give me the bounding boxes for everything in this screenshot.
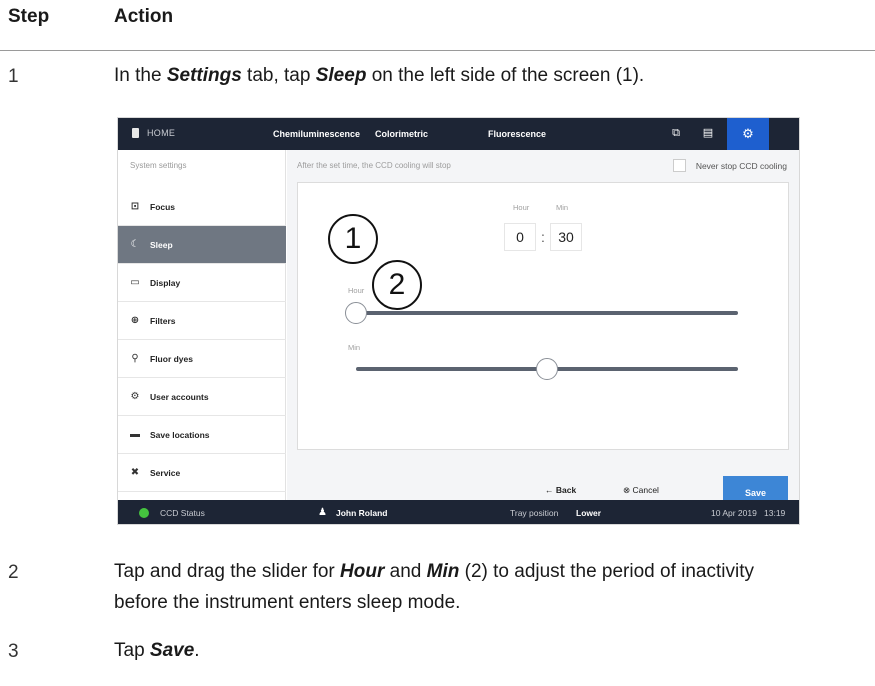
sidebar-item-fluor-dyes[interactable]: ⚲ Fluor dyes: [118, 340, 286, 378]
sidebar-item-service[interactable]: ✖ Service: [118, 454, 286, 492]
user-icon: ♟: [318, 507, 327, 518]
sidebar-item-focus[interactable]: ⊡ Focus: [118, 188, 286, 226]
tray-position-value: Lower: [576, 508, 602, 518]
sidebar-item-label: Focus: [150, 201, 176, 212]
step-column-header: Step: [8, 6, 50, 27]
min-slider-label: Min: [348, 343, 361, 352]
status-date: 10 Apr 2019: [711, 508, 757, 518]
hour-slider-label: Hour: [348, 286, 365, 295]
top-bar: HOME Chemiluminescence Colorimetric Fluo…: [118, 118, 799, 150]
cooling-hint: After the set time, the CCD cooling will…: [297, 161, 451, 170]
never-stop-label: Never stop CCD cooling: [695, 160, 787, 171]
sidebar-item-label: Display: [150, 277, 181, 288]
action-column-header: Action: [114, 6, 174, 27]
gear-icon[interactable]: ⚙: [727, 118, 769, 150]
sidebar-item-filters[interactable]: ⊕ Filters: [118, 302, 286, 340]
gallery-icon[interactable]: ⧉: [670, 127, 682, 139]
home-button[interactable]: HOME: [132, 128, 175, 138]
dye-icon: ⚲: [131, 353, 139, 364]
min-slider-handle[interactable]: [536, 358, 558, 380]
moon-icon: ☾: [130, 239, 140, 250]
time-separator: :: [541, 229, 545, 245]
ccd-status-label: CCD Status: [160, 508, 205, 518]
tab-colorimetric[interactable]: Colorimetric: [375, 129, 428, 139]
tab-fluorescence[interactable]: Fluorescence: [488, 129, 546, 139]
hour-value-field[interactable]: 0: [504, 223, 536, 251]
sidebar-item-user-accounts[interactable]: ⚙ User accounts: [118, 378, 286, 416]
folder-icon: ▬: [130, 429, 140, 440]
sidebar-item-sleep[interactable]: ☾ Sleep: [118, 226, 286, 264]
ccd-status-indicator-icon: [139, 508, 149, 518]
sidebar-item-label: Filters: [150, 315, 176, 326]
back-button[interactable]: ← Back: [545, 485, 576, 495]
settings-sidebar: System settings ⊡ Focus ☾ Sleep ▭ Displa…: [118, 150, 286, 500]
sidebar-item-save-locations[interactable]: ▬ Save locations: [118, 416, 286, 454]
hour-time-label: Hour: [513, 203, 530, 212]
sidebar-item-label: Fluor dyes: [150, 353, 193, 364]
sidebar-item-display[interactable]: ▭ Display: [118, 264, 286, 302]
tray-position-label: Tray position: [510, 508, 559, 518]
step-number-2: 2: [8, 562, 19, 583]
user-name: John Roland: [336, 508, 388, 518]
callout-1: 1: [328, 214, 378, 264]
status-bar: CCD Status ♟ John Roland Tray position L…: [118, 500, 799, 524]
min-time-label: Min: [556, 203, 569, 212]
sidebar-item-label: Service: [150, 467, 181, 478]
status-time: 13:19: [764, 508, 786, 518]
focus-icon: ⊡: [130, 201, 140, 212]
monitor-icon: ▭: [130, 277, 140, 288]
cancel-button[interactable]: ⊗ Cancel: [623, 485, 659, 496]
callout-2: 2: [372, 260, 422, 310]
sidebar-title: System settings: [130, 161, 187, 170]
sidebar-item-label: Sleep: [150, 239, 173, 250]
never-stop-option[interactable]: Never stop CCD cooling: [672, 159, 787, 172]
tab-chemiluminescence[interactable]: Chemiluminescence: [273, 129, 360, 139]
tools-icon: ✖: [130, 467, 140, 478]
storage-icon[interactable]: ▤: [702, 127, 714, 139]
step-number-1: 1: [8, 66, 19, 87]
hour-slider-track[interactable]: [356, 311, 738, 315]
filter-icon: ⊕: [130, 315, 140, 326]
home-icon: [132, 128, 139, 138]
step-text-1: In the Settings tab, tap Sleep on the le…: [114, 65, 645, 86]
sidebar-item-label: User accounts: [150, 391, 209, 402]
hour-slider-handle[interactable]: [345, 302, 367, 324]
step-text-2: Tap and drag the slider for Hour and Min…: [114, 561, 754, 613]
header-rule: [0, 50, 875, 51]
sleep-settings-panel: After the set time, the CCD cooling will…: [287, 150, 799, 500]
instrument-screenshot: HOME Chemiluminescence Colorimetric Fluo…: [117, 117, 800, 525]
user-accounts-icon: ⚙: [130, 391, 140, 402]
never-stop-checkbox[interactable]: [672, 159, 686, 172]
sidebar-item-label: Save locations: [150, 429, 210, 440]
step-text-3: Tap Save.: [114, 640, 200, 661]
min-value-field[interactable]: 30: [550, 223, 582, 251]
step-number-3: 3: [8, 641, 19, 662]
home-label: HOME: [147, 128, 176, 138]
